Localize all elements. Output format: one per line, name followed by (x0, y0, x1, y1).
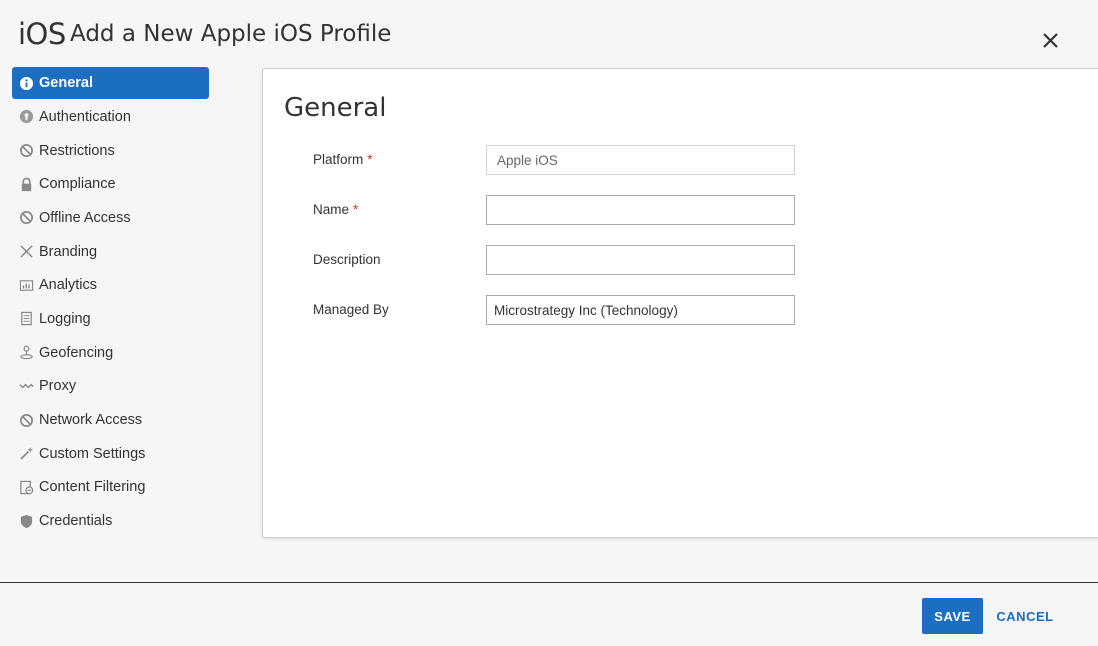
keyhole-icon (18, 109, 34, 125)
info-icon (18, 75, 34, 91)
platform-label-text: Platform (313, 152, 364, 167)
sidebar-item-label: Proxy (39, 378, 77, 395)
platform-label: Platform * (313, 152, 373, 167)
dialog-title: Add a New Apple iOS Profile (70, 21, 392, 47)
magic-wand-icon (18, 446, 34, 462)
platform-field[interactable] (486, 145, 795, 175)
sidebar-item-label: Restrictions (39, 142, 115, 159)
wave-icon (18, 378, 34, 394)
sidebar-item-label: Offline Access (39, 209, 131, 226)
name-field[interactable] (486, 195, 795, 225)
description-row: Description (313, 245, 813, 275)
general-panel: General Platform* Name* Description Mana… (262, 68, 1098, 538)
sidebar-item-restrictions[interactable]: Restrictions (12, 134, 209, 168)
name-row: Name * (313, 195, 813, 225)
sidebar-item-general[interactable]: General (12, 67, 209, 99)
managed-by-label: Managed By (313, 302, 389, 317)
sidebar-item-branding[interactable]: Branding (12, 235, 209, 269)
shield-icon (18, 513, 34, 529)
dialog-header: iOS Add a New Apple iOS Profile (0, 0, 1098, 68)
sidebar-item-offline-access[interactable]: Offline Access (12, 201, 209, 235)
managed-by-field[interactable] (486, 295, 795, 325)
save-button[interactable]: SAVE (922, 598, 983, 634)
sidebar-item-label: Geofencing (39, 344, 114, 361)
sidebar-item-custom-settings[interactable]: Custom Settings (12, 437, 209, 471)
filter-doc-icon (18, 479, 34, 495)
sidebar-item-credentials[interactable]: Credentials (12, 504, 209, 538)
sidebar-item-label: Credentials (39, 513, 113, 530)
platform-row: Platform * (313, 145, 813, 175)
sidebar-item-authentication[interactable]: Authentication (12, 100, 209, 134)
sidebar-item-analytics[interactable]: Analytics (12, 268, 209, 302)
sidebar-item-label: Branding (39, 243, 98, 260)
close-icon (1043, 33, 1058, 48)
name-label: Name * (313, 202, 358, 217)
sidebar: General Authentication Restrictions Comp… (12, 67, 209, 538)
sidebar-item-geofencing[interactable]: Geofencing (12, 336, 209, 370)
sidebar-item-label: Logging (39, 310, 91, 327)
panel-title: General (284, 93, 387, 123)
scroll-icon (18, 311, 34, 327)
no-entry-icon (18, 412, 34, 428)
location-pin-icon (18, 345, 34, 361)
required-asterisk: * (353, 202, 359, 217)
sidebar-item-content-filtering[interactable]: Content Filtering (12, 471, 209, 505)
sidebar-item-proxy[interactable]: Proxy (12, 370, 209, 404)
sidebar-item-logging[interactable]: Logging (12, 302, 209, 336)
sidebar-item-label: Content Filtering (39, 479, 146, 496)
chart-icon (18, 277, 34, 293)
required-asterisk: * (367, 152, 373, 167)
sidebar-item-label: Custom Settings (39, 445, 146, 462)
sidebar-item-compliance[interactable]: Compliance (12, 167, 209, 201)
sidebar-item-label: Network Access (39, 412, 143, 429)
sidebar-item-label: Compliance (39, 176, 116, 193)
sidebar-item-network-access[interactable]: Network Access (12, 403, 209, 437)
no-entry-icon (18, 210, 34, 226)
lock-icon (18, 176, 34, 192)
close-button[interactable] (1040, 30, 1062, 52)
cancel-button[interactable]: CANCEL (990, 598, 1060, 634)
name-label-text: Name (313, 202, 350, 217)
no-entry-icon (18, 143, 34, 159)
dialog-footer: SAVE CANCEL (0, 583, 1098, 646)
sidebar-item-label: General (39, 75, 93, 91)
sidebar-item-label: Authentication (39, 108, 131, 125)
ios-logo: iOS (18, 17, 66, 51)
description-label: Description (313, 252, 381, 267)
managed-by-row: Managed By (313, 295, 813, 325)
sidebar-item-label: Analytics (39, 277, 98, 294)
description-field[interactable] (486, 245, 795, 275)
brush-icon (18, 244, 34, 260)
